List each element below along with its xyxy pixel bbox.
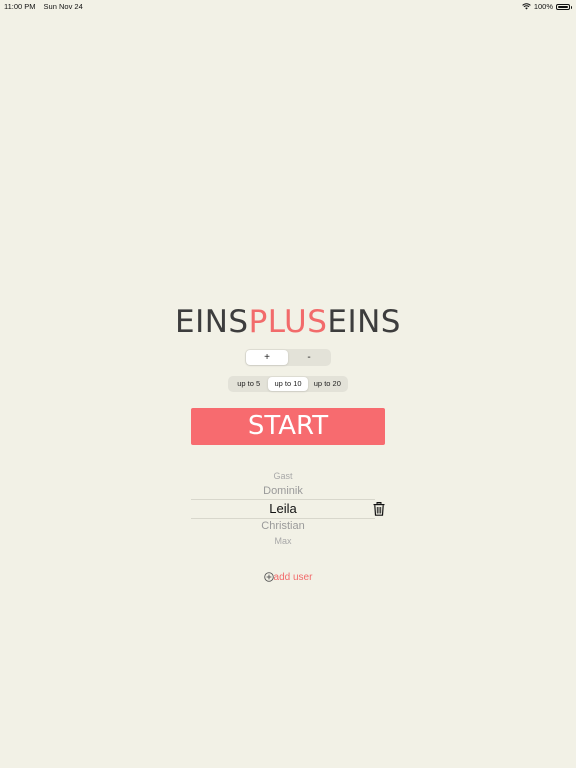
status-left: 11:00 PM Sun Nov 24 bbox=[4, 2, 83, 11]
picker-item-max[interactable]: Max bbox=[191, 535, 375, 547]
range-option-5[interactable]: up to 5 bbox=[229, 377, 268, 391]
battery-level bbox=[558, 5, 568, 8]
operation-segmented-control: + - bbox=[245, 349, 331, 366]
battery-icon bbox=[556, 3, 572, 10]
picker-item-christian[interactable]: Christian bbox=[191, 519, 375, 533]
range-option-20[interactable]: up to 20 bbox=[308, 377, 347, 391]
range-option-10[interactable]: up to 10 bbox=[268, 377, 308, 391]
wifi-icon bbox=[522, 3, 531, 10]
picker-item-gast[interactable]: Gast bbox=[191, 470, 375, 482]
title-part-plus: PLUS bbox=[248, 304, 328, 340]
status-right: 100% bbox=[522, 2, 572, 11]
start-button[interactable]: START bbox=[191, 408, 385, 445]
add-user-label: add user bbox=[273, 572, 313, 583]
add-user-button[interactable]: add user bbox=[0, 572, 576, 583]
status-date: Sun Nov 24 bbox=[43, 2, 83, 11]
picker-item-dominik[interactable]: Dominik bbox=[191, 484, 375, 498]
status-time: 11:00 PM bbox=[4, 2, 36, 11]
trash-icon[interactable] bbox=[373, 502, 385, 516]
battery-percentage: 100% bbox=[533, 2, 553, 11]
title-part-eins: EINS bbox=[174, 304, 249, 340]
user-picker[interactable]: Gast Dominik Leila Christian Max bbox=[191, 466, 375, 552]
operation-option-plus[interactable]: + bbox=[246, 350, 288, 365]
app-title: EINSPLUSEINS bbox=[0, 302, 576, 342]
range-segmented-control: up to 5 up to 10 up to 20 bbox=[228, 376, 348, 392]
picker-selection-top-line bbox=[191, 499, 375, 500]
title-part-eins-2: EINS bbox=[327, 304, 401, 340]
operation-option-minus[interactable]: - bbox=[288, 350, 330, 365]
picker-item-leila[interactable]: Leila bbox=[191, 501, 375, 517]
plus-circle-icon bbox=[263, 572, 274, 582]
status-bar: 11:00 PM Sun Nov 24 100% bbox=[0, 0, 576, 14]
